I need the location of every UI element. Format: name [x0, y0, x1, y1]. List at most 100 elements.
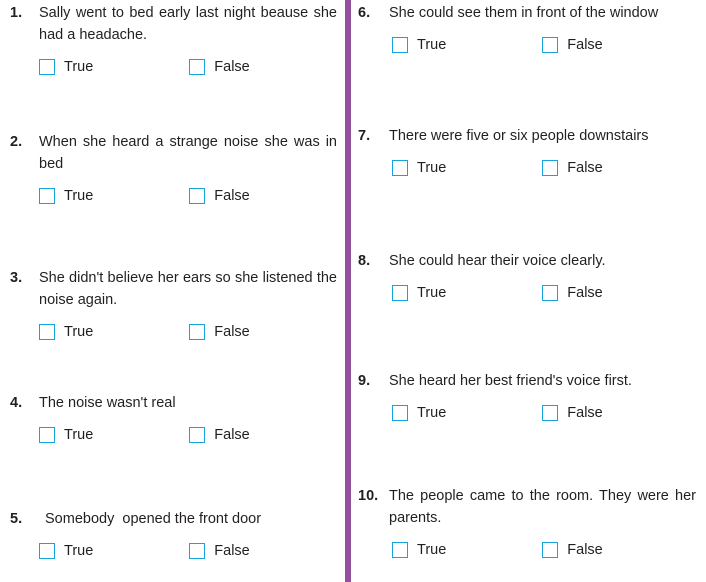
questions-column-right: 6. She could see them in front of the wi… — [351, 0, 706, 582]
question-5-option-false[interactable]: False — [189, 542, 250, 560]
checkbox-icon[interactable] — [392, 37, 408, 53]
checkbox-icon[interactable] — [189, 543, 206, 559]
question-10-text: The people came to the room. They were h… — [389, 488, 701, 526]
question-6-text: She could see them in front of the windo… — [389, 5, 659, 21]
question-2-number: 2. — [10, 134, 23, 150]
checkbox-icon[interactable] — [39, 188, 55, 204]
question-1-false-label: False — [214, 59, 250, 75]
question-1-option-false[interactable]: False — [189, 58, 250, 76]
question-3: 3. She didn't believe her ears so she li… — [0, 267, 345, 341]
checkbox-icon[interactable] — [392, 542, 408, 558]
question-5-number: 5. — [10, 511, 23, 527]
checkbox-icon[interactable] — [189, 427, 206, 443]
question-10-header: 10. The people came to the room. They we… — [351, 485, 706, 529]
question-2-header: 2. When she heard a strange noise she wa… — [0, 131, 345, 175]
question-9-number: 9. — [358, 373, 371, 389]
checkbox-icon[interactable] — [392, 405, 408, 421]
checkbox-icon[interactable] — [392, 160, 408, 176]
question-7: 7. There were five or six people downsta… — [351, 125, 706, 177]
question-4-option-true[interactable]: True — [39, 426, 93, 444]
checkbox-icon[interactable] — [39, 59, 55, 75]
worksheet: 1. Sally went to bed early last night be… — [0, 0, 706, 582]
question-4-text: The noise wasn't real — [39, 395, 176, 411]
question-10-options: True False — [392, 541, 706, 559]
question-9-false-label: False — [567, 405, 603, 421]
question-8-option-false[interactable]: False — [542, 284, 603, 302]
question-7-false-label: False — [567, 160, 603, 176]
question-7-option-false[interactable]: False — [542, 159, 603, 177]
checkbox-icon[interactable] — [542, 405, 559, 421]
question-9-option-false[interactable]: False — [542, 404, 603, 422]
question-7-number: 7. — [358, 128, 371, 144]
question-3-false-label: False — [214, 324, 250, 340]
question-3-option-true[interactable]: True — [39, 323, 93, 341]
question-7-option-true[interactable]: True — [392, 159, 446, 177]
question-9: 9. She heard her best friend's voice fir… — [351, 370, 706, 422]
checkbox-icon[interactable] — [189, 59, 206, 75]
question-9-header: 9. She heard her best friend's voice fir… — [351, 370, 706, 392]
question-4-number: 4. — [10, 395, 23, 411]
checkbox-icon[interactable] — [392, 285, 408, 301]
question-10-number: 10. — [358, 488, 379, 504]
question-2-true-label: True — [64, 188, 94, 204]
question-10-true-label: True — [417, 542, 447, 558]
question-4-option-false[interactable]: False — [189, 426, 250, 444]
question-1-options: True False — [39, 58, 345, 76]
question-8: 8. She could hear their voice clearly. T… — [351, 250, 706, 302]
question-2-option-true[interactable]: True — [39, 187, 93, 205]
question-1-true-label: True — [64, 59, 94, 75]
question-1-text: Sally went to bed early last night beaus… — [39, 5, 342, 43]
question-5-true-label: True — [64, 543, 94, 559]
question-7-text: There were five or six people downstairs — [389, 128, 649, 144]
question-6: 6. She could see them in front of the wi… — [351, 2, 706, 54]
checkbox-icon[interactable] — [39, 324, 55, 340]
question-8-option-true[interactable]: True — [392, 284, 446, 302]
question-6-options: True False — [392, 36, 706, 54]
question-6-option-false[interactable]: False — [542, 36, 603, 54]
question-1-header: 1. Sally went to bed early last night be… — [0, 2, 345, 46]
question-7-true-label: True — [417, 160, 447, 176]
question-2-false-label: False — [214, 188, 250, 204]
question-7-header: 7. There were five or six people downsta… — [351, 125, 706, 147]
question-5-option-true[interactable]: True — [39, 542, 93, 560]
question-9-true-label: True — [417, 405, 447, 421]
question-2-option-false[interactable]: False — [189, 187, 250, 205]
question-4: 4. The noise wasn't real True False — [0, 392, 345, 444]
question-1: 1. Sally went to bed early last night be… — [0, 2, 345, 76]
question-10-option-true[interactable]: True — [392, 541, 446, 559]
question-7-options: True False — [392, 159, 706, 177]
question-5: 5. Somebody opened the front door True F… — [0, 508, 345, 560]
checkbox-icon[interactable] — [542, 542, 559, 558]
question-5-options: True False — [39, 542, 345, 560]
question-9-text: She heard her best friend's voice first. — [389, 373, 632, 389]
question-5-text: Somebody opened the front door — [45, 511, 262, 527]
question-1-option-true[interactable]: True — [39, 58, 93, 76]
question-10-false-label: False — [567, 542, 603, 558]
question-3-option-false[interactable]: False — [189, 323, 250, 341]
question-8-options: True False — [392, 284, 706, 302]
checkbox-icon[interactable] — [542, 37, 559, 53]
question-2-text: When she heard a strange noise she was i… — [39, 134, 342, 172]
question-8-text: She could hear their voice clearly. — [389, 253, 606, 269]
checkbox-icon[interactable] — [189, 324, 206, 340]
checkbox-icon[interactable] — [542, 285, 559, 301]
question-9-options: True False — [392, 404, 706, 422]
question-5-header: 5. Somebody opened the front door — [0, 508, 345, 530]
question-8-header: 8. She could hear their voice clearly. — [351, 250, 706, 272]
question-9-option-true[interactable]: True — [392, 404, 446, 422]
questions-column-left: 1. Sally went to bed early last night be… — [0, 0, 345, 582]
question-4-true-label: True — [64, 427, 94, 443]
question-1-number: 1. — [10, 5, 23, 21]
question-6-number: 6. — [358, 5, 371, 21]
question-6-false-label: False — [567, 37, 603, 53]
question-5-false-label: False — [214, 543, 250, 559]
checkbox-icon[interactable] — [39, 543, 55, 559]
checkbox-icon[interactable] — [542, 160, 559, 176]
question-8-false-label: False — [567, 285, 603, 301]
question-6-option-true[interactable]: True — [392, 36, 446, 54]
checkbox-icon[interactable] — [189, 188, 206, 204]
question-8-number: 8. — [358, 253, 371, 269]
question-10-option-false[interactable]: False — [542, 541, 603, 559]
question-8-true-label: True — [417, 285, 447, 301]
checkbox-icon[interactable] — [39, 427, 55, 443]
